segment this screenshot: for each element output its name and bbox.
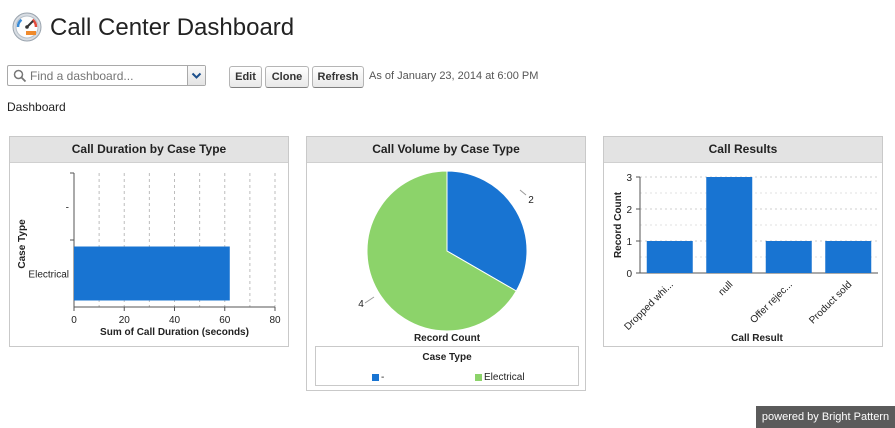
legend-label: Electrical — [484, 372, 525, 383]
section-label: Dashboard — [7, 100, 66, 114]
x-tick-label: Dropped whi... — [622, 279, 675, 332]
dropdown-toggle[interactable] — [187, 66, 205, 85]
x-tick-label: 60 — [219, 315, 231, 326]
powered-by-badge: powered by Bright Pattern — [756, 406, 895, 428]
legend-swatch — [475, 374, 482, 381]
page-title: Call Center Dashboard — [50, 14, 295, 41]
y-axis-title: Case Type — [17, 219, 28, 269]
leader-line — [519, 189, 527, 196]
bar — [706, 177, 753, 273]
call-results-chart: 0 1 2 3 Dropped whi... null Offer rejec... Prod… — [613, 173, 878, 344]
bar — [74, 246, 230, 301]
y-tick-label: 3 — [626, 173, 632, 184]
x-tick-label: null — [717, 279, 736, 298]
dashboard-gauge-icon — [12, 12, 42, 42]
as-of-timestamp: As of January 23, 2014 at 6:00 PM — [369, 70, 539, 82]
y-tick-label: 1 — [626, 237, 632, 248]
slice-label: 2 — [528, 195, 534, 206]
x-tick-label: 40 — [169, 315, 181, 326]
x-tick-label: 80 — [269, 315, 281, 326]
search-icon — [13, 69, 27, 83]
x-axis-title: Record Count — [414, 333, 481, 344]
legend-title: Case Type — [422, 352, 472, 363]
y-tick-label: 2 — [626, 205, 632, 216]
bar — [765, 241, 812, 273]
x-tick-label: Offer rejec... — [748, 279, 795, 326]
slice-label: 4 — [358, 299, 364, 310]
legend-item: - — [372, 372, 384, 383]
chevron-down-icon — [191, 72, 202, 79]
panel-call-volume: Call Volume by Case Type 2 4 Record Count … — [306, 136, 586, 391]
legend-swatch — [372, 374, 379, 381]
call-volume-chart: 2 4 Record Count — [358, 170, 534, 344]
x-tick-label: 20 — [119, 315, 131, 326]
x-tick-label: 0 — [71, 315, 77, 326]
legend-item: Electrical — [475, 372, 525, 383]
bar — [646, 241, 693, 273]
x-axis-title: Sum of Call Duration (seconds) — [100, 327, 249, 338]
chart-legend: Case Type - Electrical — [315, 346, 579, 386]
edit-button[interactable]: Edit — [229, 66, 262, 88]
legend-label: - — [381, 372, 385, 383]
y-tick-label: 0 — [626, 269, 632, 280]
leader-line — [364, 296, 375, 304]
y-tick-label: Electrical — [28, 270, 69, 281]
clone-button[interactable]: Clone — [265, 66, 309, 88]
y-tick-label: - — [66, 203, 69, 214]
search-input[interactable] — [30, 67, 190, 84]
x-tick-label: Product sold — [807, 279, 854, 326]
panel-call-results: Call Results 0 1 2 3 Dropped whi... null Offer… — [603, 136, 883, 347]
bar — [825, 241, 872, 273]
call-duration-chart: 0 20 40 60 80 - Electrical Sum of Call Duration… — [17, 172, 281, 338]
refresh-button[interactable]: Refresh — [312, 66, 364, 88]
y-axis-title: Record Count — [613, 191, 624, 258]
dashboard-search[interactable] — [7, 65, 206, 86]
x-axis-title: Call Result — [731, 333, 783, 344]
panel-call-duration: Call Duration by Case Type 0 20 40 60 80- Ele… — [9, 136, 289, 347]
